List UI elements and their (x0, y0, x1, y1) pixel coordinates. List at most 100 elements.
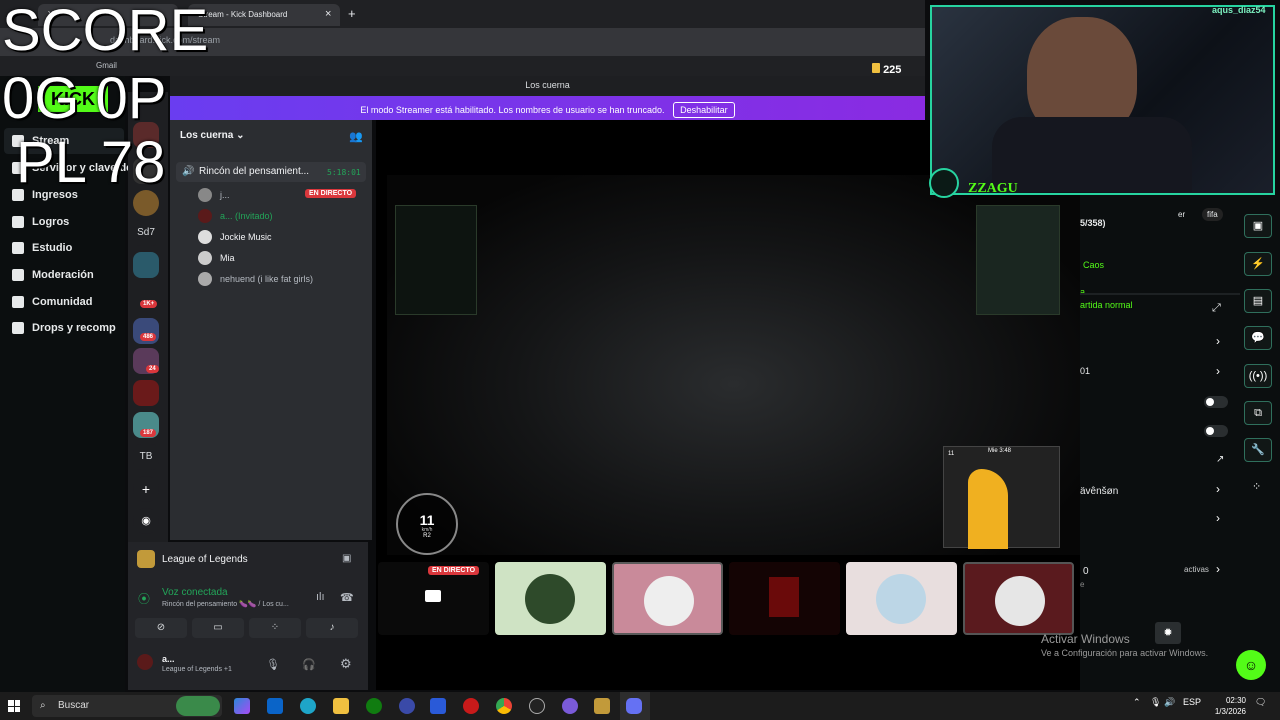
voice-user[interactable]: j... (198, 188, 230, 202)
weather-widget-icon[interactable] (176, 696, 220, 716)
voice-user[interactable]: a... (Invitado) (198, 209, 273, 223)
microphone-icon[interactable]: 🎙 (266, 658, 280, 671)
league-icon (137, 550, 155, 568)
noise-suppression-icon[interactable]: ılı (316, 591, 325, 603)
toggle-switch[interactable] (1204, 396, 1228, 408)
windows-start-icon[interactable] (8, 700, 20, 712)
layout-icon[interactable]: ⧉ (1244, 401, 1272, 425)
disable-streamer-button[interactable]: Deshabilitar (673, 102, 735, 118)
app-icon[interactable] (399, 698, 415, 714)
chevron-right-icon[interactable]: › (1216, 562, 1220, 576)
trend-icon[interactable]: ↗ (1216, 454, 1224, 465)
app-icon[interactable] (562, 698, 578, 714)
server-icon[interactable] (133, 252, 159, 278)
activity-settings-icon[interactable]: ▣ (342, 553, 351, 564)
volume-icon[interactable]: 🔊 (1164, 697, 1175, 708)
user-avatar[interactable] (137, 654, 153, 670)
headphones-icon[interactable]: 🎧 (302, 658, 316, 671)
tab-label: Stream - Kick Dashboard (198, 10, 288, 19)
server-name-header[interactable]: Los cuerna ⌄ (180, 130, 245, 141)
channel-list (170, 120, 372, 540)
flash-icon[interactable]: ⚡ (1244, 252, 1272, 276)
new-tab-button[interactable]: + (348, 6, 356, 21)
participant-tile[interactable] (612, 562, 723, 635)
nav-label: Drops y recomp (32, 322, 116, 334)
disconnect-icon[interactable]: ☎ (340, 591, 354, 604)
close-tab-icon[interactable]: × (325, 8, 331, 20)
language-indicator[interactable]: ESP (1183, 697, 1201, 707)
wrench-icon[interactable]: 🔧 (1244, 438, 1272, 462)
panel-tab[interactable]: er (1178, 210, 1185, 219)
nav-logros[interactable]: Logros (12, 216, 69, 228)
explore-icon[interactable]: ◉ (133, 508, 159, 534)
clock-time[interactable]: 02:30 (1206, 696, 1246, 705)
notification-badge: 187 (140, 429, 157, 437)
divider (1080, 293, 1240, 295)
chat-icon[interactable]: 💬 (1244, 326, 1272, 350)
panel-tab-fifa[interactable]: fifa (1202, 208, 1223, 221)
chevron-right-icon[interactable]: › (1216, 364, 1220, 378)
microphone-tray-icon[interactable]: 🎙 (1150, 697, 1161, 708)
minimap-time: Mie 3:48 (988, 448, 1012, 454)
app-icon[interactable] (463, 698, 479, 714)
panel-count: 5/358) (1080, 218, 1106, 228)
document-icon[interactable]: ▤ (1244, 289, 1272, 313)
chrome-icon[interactable] (496, 698, 512, 714)
broadcast-icon[interactable]: ((•)) (1244, 364, 1272, 388)
expand-icon[interactable]: ⤢ (1212, 302, 1221, 315)
chevron-right-icon[interactable]: › (1216, 334, 1220, 348)
copilot-icon[interactable] (234, 698, 250, 714)
activity-name: League of Legends (162, 554, 248, 565)
server-sd7[interactable]: Sd7 (133, 220, 159, 246)
obs-icon[interactable] (529, 698, 545, 714)
nav-comunidad[interactable]: Comunidad (12, 296, 93, 308)
server-icon[interactable] (133, 380, 159, 406)
streamer-mode-banner: El modo Streamer está habilitado. Los no… (170, 96, 925, 120)
nav-estudio[interactable]: Estudio (12, 242, 72, 254)
outlook-icon[interactable] (267, 698, 283, 714)
chevron-right-icon[interactable]: › (1216, 482, 1220, 496)
league-icon[interactable] (594, 698, 610, 714)
soundboard-button[interactable]: ♪ (306, 618, 358, 638)
bug-icon[interactable]: ✹ (1155, 622, 1181, 644)
voice-user-name: j... (220, 190, 230, 200)
nav-label: Estudio (32, 242, 73, 254)
webcam-emblem-icon (929, 168, 959, 198)
xbox-icon[interactable] (366, 698, 382, 714)
camera-icon[interactable]: ▣ (1244, 214, 1272, 238)
voice-user[interactable]: nehuend (i like fat girls) (198, 272, 313, 286)
activities-button[interactable]: ⁘ (249, 618, 301, 638)
add-server-icon[interactable]: + (133, 476, 159, 502)
support-chat-icon[interactable]: ☺ (1236, 650, 1266, 680)
participant-tile[interactable] (495, 562, 606, 635)
top-counter: 225 (872, 63, 901, 76)
server-tb[interactable]: TB (133, 444, 159, 470)
game-window-right (976, 205, 1060, 315)
toggle-switch[interactable] (1204, 425, 1228, 437)
camera-off-button[interactable]: ⊘ (135, 618, 187, 638)
avatar (198, 272, 212, 286)
nav-moderacion[interactable]: Moderación (12, 269, 94, 281)
speaker-icon: 🔊 (182, 166, 195, 177)
notification-icon[interactable]: 🗨 (1255, 697, 1266, 708)
voice-user[interactable]: Jockie Music (198, 230, 272, 244)
gear-value: R2 (423, 533, 431, 539)
nav-drops[interactable]: Drops y recomp (12, 322, 116, 334)
participant-tile[interactable] (729, 562, 840, 635)
user-settings-icon[interactable]: ⚙ (340, 656, 352, 672)
add-member-icon[interactable]: 👥 (349, 130, 363, 143)
edge-icon[interactable] (300, 698, 316, 714)
chevron-right-icon[interactable]: › (1216, 511, 1220, 525)
file-explorer-icon[interactable] (333, 698, 349, 714)
voice-user[interactable]: Mia (198, 251, 235, 265)
store-icon[interactable] (430, 698, 446, 714)
screen-share-button[interactable]: ▭ (192, 618, 244, 638)
trophy-icon (12, 216, 24, 228)
browser-tab-kick[interactable]: Stream - Kick Dashboard (188, 4, 340, 26)
participant-tile[interactable] (846, 562, 957, 635)
wrench-icon (12, 269, 24, 281)
clock-date[interactable]: 1/3/2026 (1200, 707, 1246, 716)
tray-overflow-icon[interactable]: ⌃ (1133, 697, 1141, 708)
participant-tile[interactable] (963, 562, 1074, 635)
more-icon[interactable]: ⁘ (1252, 480, 1261, 493)
